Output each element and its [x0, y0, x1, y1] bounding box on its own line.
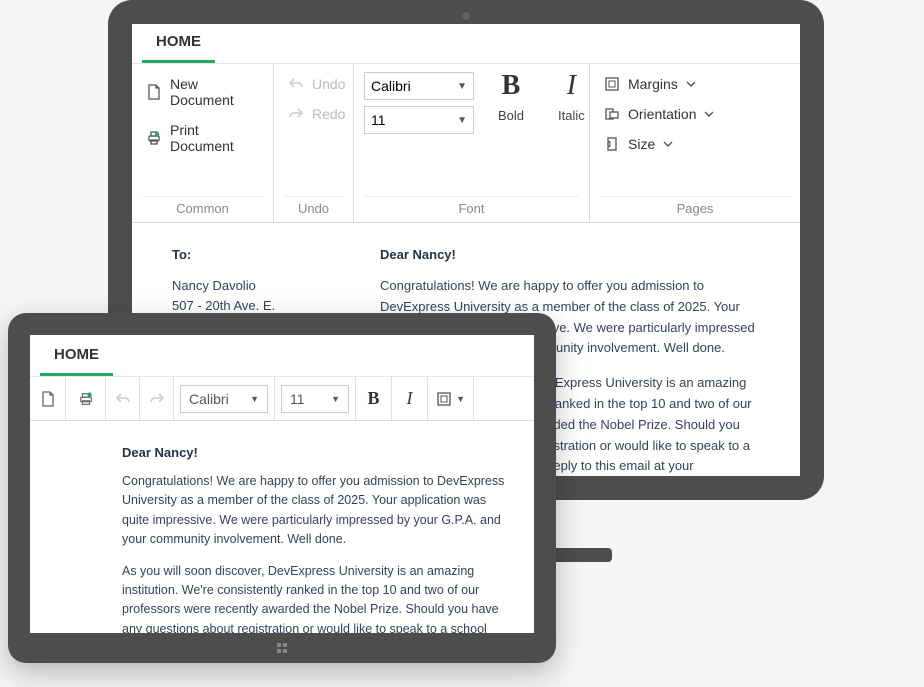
tablet-document[interactable]: Dear Nancy! Congratulations! We are happ…: [30, 421, 534, 633]
ribbon-group-font: Calibri ▼ 11 ▼ B Bold I Ita: [354, 64, 590, 222]
ribbon-group-font-label: Font: [364, 196, 579, 220]
font-name-value: Calibri: [189, 391, 229, 407]
to-label: To:: [172, 247, 332, 262]
paragraph-1: Congratulations! We are happy to offer y…: [122, 472, 516, 550]
tablet-tabstrip: HOME: [30, 335, 534, 377]
chevron-down-icon: ▼: [456, 394, 465, 404]
font-size-value: 11: [371, 112, 386, 128]
ribbon-group-pages: Margins Orientation Size: [590, 64, 800, 222]
orientation-button[interactable]: Orientation: [600, 102, 790, 126]
ribbon-group-common-label: Common: [142, 196, 263, 220]
print-document-label: Print Document: [170, 122, 259, 154]
ribbon-group-undo-label: Undo: [284, 196, 343, 220]
margins-button[interactable]: Margins: [600, 72, 790, 96]
italic-glyph: I: [567, 72, 576, 100]
print-document-button[interactable]: [66, 377, 106, 420]
font-name-combo[interactable]: Calibri ▼: [364, 72, 474, 100]
bold-glyph: B: [502, 72, 521, 100]
print-icon: [146, 130, 162, 146]
chevron-down-icon: [663, 136, 673, 152]
italic-button[interactable]: I: [392, 377, 428, 420]
undo-button[interactable]: [106, 377, 140, 420]
tab-home[interactable]: HOME: [142, 24, 215, 63]
orientation-label: Orientation: [628, 106, 696, 122]
tablet-home-button[interactable]: [275, 641, 289, 655]
paragraph-2: As you will soon discover, DevExpress Un…: [122, 562, 516, 634]
desktop-ribbon: New Document Print Document Common: [132, 64, 800, 223]
chevron-down-icon: [704, 106, 714, 122]
size-button[interactable]: Size: [600, 132, 790, 156]
new-document-button[interactable]: [30, 377, 66, 420]
bold-button[interactable]: B Bold: [488, 72, 534, 123]
tablet-ribbon: Calibri ▼ 11 ▼ B I ▼: [30, 377, 534, 421]
new-document-icon: [146, 84, 162, 100]
ribbon-group-undo: Undo Redo Undo: [274, 64, 354, 222]
redo-icon: [148, 390, 165, 408]
ribbon-group-common: New Document Print Document Common: [132, 64, 274, 222]
font-size-combo[interactable]: 11 ▼: [281, 385, 349, 413]
margins-label: Margins: [628, 76, 678, 92]
font-size-combo[interactable]: 11 ▼: [364, 106, 474, 134]
redo-button[interactable]: [140, 377, 174, 420]
orientation-icon: [604, 106, 620, 122]
chevron-down-icon: ▼: [331, 394, 340, 404]
print-icon: [77, 390, 95, 408]
greeting: Dear Nancy!: [380, 247, 770, 262]
italic-glyph: I: [407, 388, 413, 409]
tablet-screen: HOME: [30, 335, 534, 633]
italic-button[interactable]: I Italic: [548, 72, 595, 123]
font-name-value: Calibri: [371, 78, 411, 94]
ribbon-overflow: [474, 377, 534, 420]
monitor-camera: [462, 12, 470, 20]
margins-button[interactable]: ▼: [428, 377, 474, 420]
chevron-down-icon: [686, 76, 696, 92]
chevron-down-icon: ▼: [457, 81, 467, 92]
bold-button[interactable]: B: [356, 377, 392, 420]
bold-label: Bold: [498, 108, 524, 123]
redo-button[interactable]: Redo: [284, 102, 343, 126]
greeting: Dear Nancy!: [122, 445, 516, 460]
chevron-down-icon: ▼: [457, 115, 467, 126]
size-label: Size: [628, 136, 655, 152]
margins-icon: [436, 390, 452, 408]
new-document-button[interactable]: New Document: [142, 72, 263, 112]
new-document-icon: [39, 390, 57, 408]
ribbon-group-pages-label: Pages: [600, 196, 790, 220]
chevron-down-icon: ▼: [250, 394, 259, 404]
undo-button[interactable]: Undo: [284, 72, 343, 96]
to-name: Nancy Davolio: [172, 276, 332, 296]
font-size-value: 11: [290, 391, 305, 407]
redo-icon: [288, 106, 304, 122]
font-name-combo[interactable]: Calibri ▼: [180, 385, 268, 413]
print-document-button[interactable]: Print Document: [142, 118, 263, 158]
desktop-tabstrip: HOME: [132, 24, 800, 64]
margins-icon: [604, 76, 620, 92]
italic-label: Italic: [558, 108, 585, 123]
tab-home[interactable]: HOME: [40, 336, 113, 376]
undo-label: Undo: [312, 76, 345, 92]
tablet-frame: HOME: [8, 313, 556, 663]
undo-icon: [288, 76, 304, 92]
new-document-label: New Document: [170, 76, 259, 108]
page-size-icon: [604, 136, 620, 152]
redo-label: Redo: [312, 106, 345, 122]
bold-glyph: B: [367, 388, 379, 409]
undo-icon: [114, 390, 131, 408]
